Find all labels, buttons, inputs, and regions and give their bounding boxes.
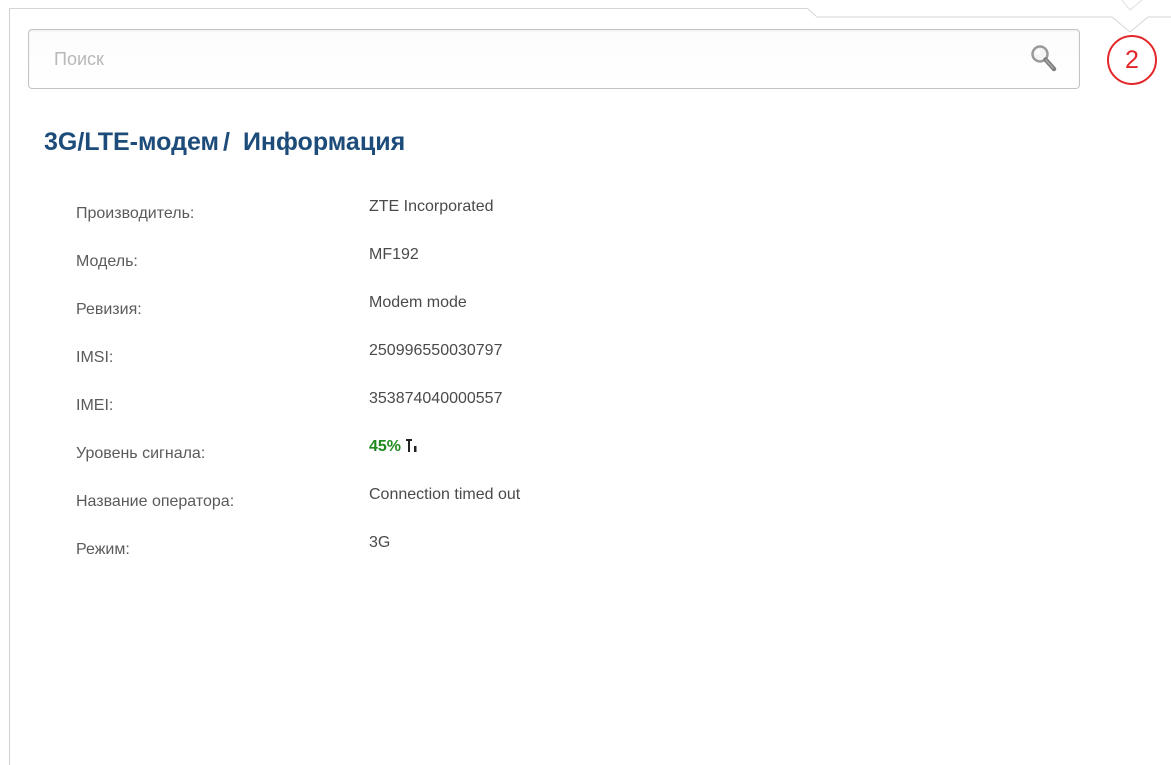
- breadcrumb-section: 3G/LTE-модем: [44, 128, 220, 156]
- search-input[interactable]: [29, 30, 1034, 88]
- info-value: 250996550030797: [369, 342, 503, 359]
- page-title: 3G/LTE-модем / Информация: [44, 128, 405, 157]
- breadcrumb-separator: /: [223, 128, 230, 156]
- info-value: ZTE Incorporated: [369, 198, 494, 215]
- info-row-manufacturer: Производитель: ZTE Incorporated: [76, 198, 776, 228]
- info-row-revision: Ревизия: Modem mode: [76, 294, 776, 324]
- page: 2 3G/LTE-модем/ Информация Производитель…: [0, 0, 1171, 765]
- info-row-imei: IMEI: 353874040000557: [76, 390, 776, 420]
- info-row-model: Модель: MF192: [76, 246, 776, 276]
- panel-left-border: [9, 8, 10, 765]
- info-label: Режим:: [76, 541, 130, 558]
- info-label: Уровень сигнала:: [76, 445, 206, 462]
- info-value: 3G: [369, 534, 391, 551]
- info-value: MF192: [369, 246, 419, 263]
- notifications-badge[interactable]: 2: [1107, 35, 1157, 85]
- signal-level-value: 45%: [369, 438, 402, 455]
- info-row-operator: Название оператора: Connection timed out: [76, 486, 776, 516]
- info-label: Модель:: [76, 253, 138, 270]
- info-row-imsi: IMSI: 250996550030797: [76, 342, 776, 372]
- search-box: [28, 29, 1080, 89]
- info-row-mode: Режим: 3G: [76, 534, 776, 564]
- panel-top-border: [9, 8, 807, 9]
- breadcrumb-current: Информация: [242, 128, 406, 156]
- signal-level-value-wrap: 45%: [369, 438, 418, 456]
- info-label: Название оператора:: [76, 493, 235, 510]
- info-value: 353874040000557: [369, 390, 503, 407]
- info-row-signal-level: Уровень сигнала: 45%: [76, 438, 776, 468]
- info-label: Ревизия:: [76, 301, 142, 318]
- signal-antenna-icon: [406, 439, 418, 453]
- info-label: Производитель:: [76, 205, 195, 222]
- info-value: Connection timed out: [369, 486, 521, 503]
- search-icon[interactable]: [1029, 43, 1059, 75]
- info-label: IMSI:: [76, 349, 114, 366]
- info-value: Modem mode: [369, 294, 467, 311]
- info-label: IMEI:: [76, 397, 114, 414]
